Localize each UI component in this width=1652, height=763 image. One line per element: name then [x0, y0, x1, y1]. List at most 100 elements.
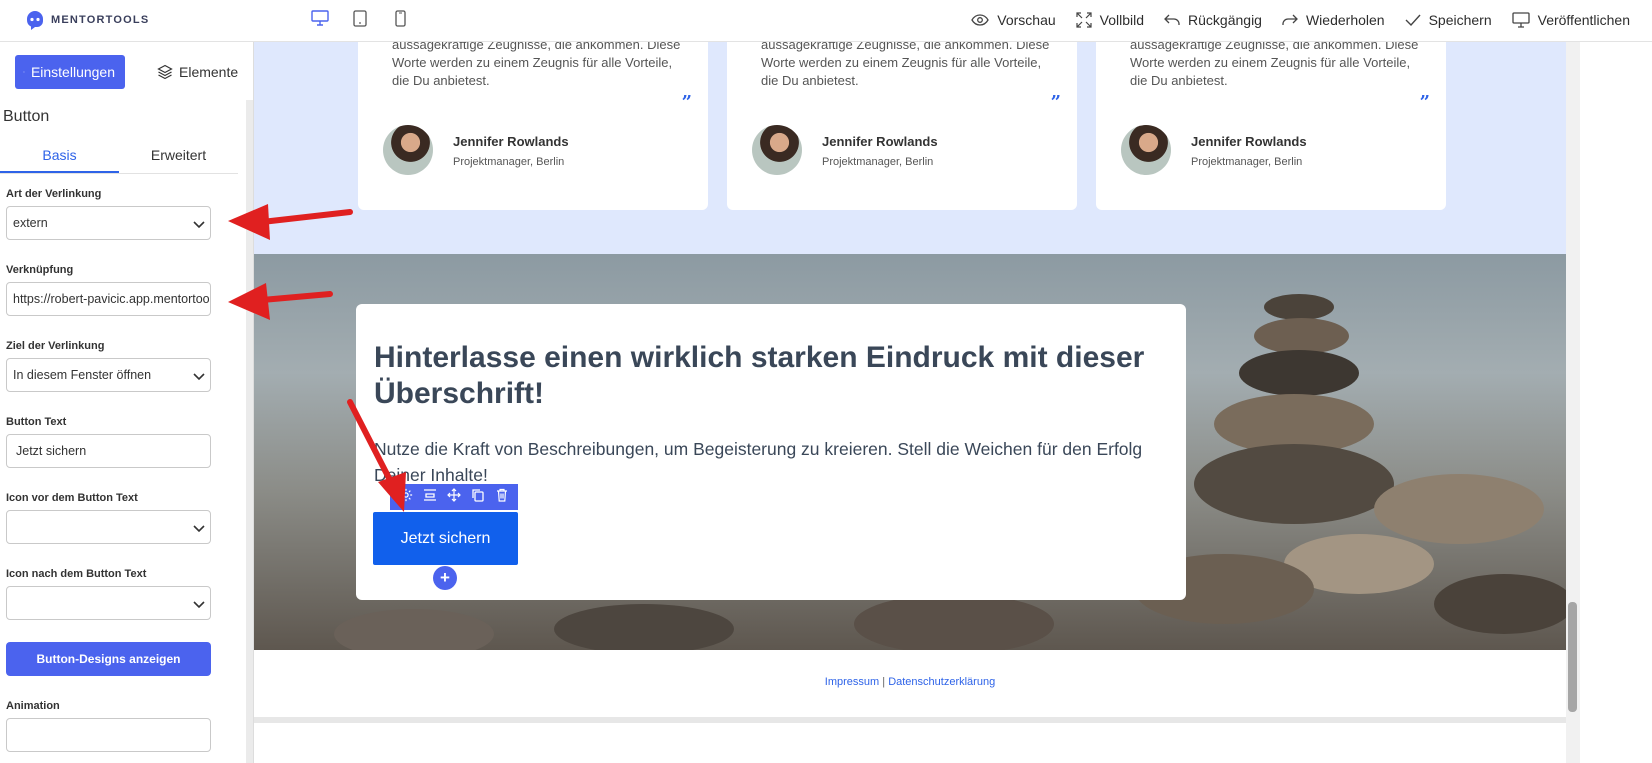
panel-subtabs: Basis Erweitert [0, 136, 238, 174]
element-settings-button[interactable] [399, 488, 413, 507]
icon-after-label: Icon nach dem Button Text [6, 568, 147, 580]
testimonial-card[interactable]: aussagekräftige Zeugnisse, die ankommen.… [1096, 42, 1446, 210]
canvas-scrollbar-thumb[interactable] [1568, 602, 1577, 712]
privacy-link[interactable]: Datenschutzerklärung [888, 676, 995, 688]
save-label: Speichern [1428, 12, 1492, 28]
chevron-down-icon [193, 373, 205, 381]
sidebar-tabs: Einstellungen Elemente [15, 55, 248, 89]
eye-icon [971, 14, 990, 26]
quote-mark-icon: ” [681, 92, 692, 113]
chevron-down-icon [193, 221, 205, 229]
save-button[interactable]: Speichern [1405, 12, 1492, 28]
tablet-view-button[interactable] [351, 9, 369, 27]
background-stone [1254, 318, 1349, 354]
link-type-select[interactable]: extern [6, 206, 211, 240]
gear-icon [399, 488, 413, 501]
subtab-advanced[interactable]: Erweitert [119, 136, 238, 173]
element-layout-button[interactable] [423, 488, 437, 507]
logo[interactable]: MENTORTOOLS [25, 10, 149, 30]
element-toolbar [390, 484, 518, 510]
tab-settings-label: Einstellungen [30, 64, 115, 80]
hero-card[interactable]: Hinterlasse einen wirklich starken Eindr… [356, 304, 1186, 600]
link-target-label: Ziel der Verlinkung [6, 340, 105, 352]
link-target-select[interactable]: In diesem Fenster öffnen [6, 358, 211, 392]
animation-select[interactable] [6, 718, 211, 752]
bottom-scrollbar[interactable] [254, 717, 1566, 723]
link-target-value: In diesem Fenster öffnen [13, 368, 152, 382]
background-stone [1434, 574, 1566, 634]
element-duplicate-button[interactable] [471, 488, 485, 507]
redo-label: Wiederholen [1305, 12, 1385, 28]
publish-button[interactable]: Veröffentlichen [1511, 12, 1630, 28]
element-move-button[interactable] [447, 487, 461, 507]
background-stone [1374, 474, 1544, 544]
imprint-link[interactable]: Impressum [825, 676, 879, 688]
mobile-icon [394, 9, 406, 27]
icon-before-select[interactable] [6, 510, 211, 544]
trash-icon [497, 488, 507, 502]
publish-label: Veröffentlichen [1537, 12, 1630, 28]
quote-mark-icon: ” [1419, 92, 1430, 113]
sidebar-scrollbar[interactable] [246, 100, 253, 763]
redo-icon [1282, 14, 1298, 25]
testimonial-quote: aussagekräftige Zeugnisse, die ankommen.… [761, 42, 1050, 88]
mobile-view-button[interactable] [391, 9, 409, 27]
hero-description[interactable]: Nutze die Kraft von Beschreibungen, um B… [374, 436, 1174, 488]
fullscreen-button[interactable]: Vollbild [1076, 12, 1144, 28]
testimonial-name: Jennifer Rowlands [1191, 134, 1307, 149]
subtab-basic[interactable]: Basis [0, 136, 119, 173]
testimonial-card[interactable]: aussagekräftige Zeugnisse, die ankommen.… [727, 42, 1077, 210]
testimonial-name: Jennifer Rowlands [453, 134, 569, 149]
cta-button[interactable]: Jetzt sichern [373, 512, 518, 565]
show-button-designs-button[interactable]: Button-Designs anzeigen [6, 642, 211, 676]
undo-button[interactable]: Rückgängig [1164, 12, 1262, 28]
testimonial-quote: aussagekräftige Zeugnisse, die ankommen.… [392, 42, 681, 88]
link-label: Verknüpfung [6, 264, 74, 276]
icon-after-select[interactable] [6, 586, 211, 620]
settings-sidebar: Einstellungen Elemente Button Basis Erwe… [0, 42, 254, 763]
redo-button[interactable]: Wiederholen [1282, 12, 1385, 28]
hero-section[interactable]: Hinterlasse einen wirklich starken Eindr… [254, 254, 1566, 650]
footer: Impressum | Datenschutzerklärung [254, 650, 1566, 720]
testimonial-card[interactable]: aussagekräftige Zeugnisse, die ankommen.… [358, 42, 708, 210]
device-switcher [311, 9, 409, 27]
monitor-upload-icon [1511, 12, 1530, 28]
testimonial-quote: aussagekräftige Zeugnisse, die ankommen.… [1130, 42, 1419, 88]
add-element-button[interactable]: + [433, 566, 457, 590]
background-stone [554, 604, 734, 650]
logo-icon [26, 11, 43, 30]
testimonials-section: aussagekräftige Zeugnisse, die ankommen.… [254, 42, 1566, 254]
gear-icon [23, 71, 25, 73]
tab-elements[interactable]: Elemente [149, 55, 248, 89]
button-text-value: Jetzt sichern [16, 444, 87, 458]
link-url-value: https://robert-pavicic.app.mentortools [13, 292, 211, 306]
avatar [752, 125, 802, 175]
background-stone [334, 609, 494, 650]
footer-separator: | [879, 676, 889, 688]
tablet-icon [353, 9, 367, 27]
fullscreen-label: Vollbild [1099, 12, 1145, 28]
hero-heading[interactable]: Hinterlasse einen wirklich starken Eindr… [374, 340, 1184, 412]
undo-label: Rückgängig [1188, 12, 1262, 28]
desktop-view-button[interactable] [311, 9, 329, 27]
quote-mark-icon: ” [1050, 92, 1061, 113]
tab-settings[interactable]: Einstellungen [15, 55, 125, 89]
tab-elements-label: Elemente [179, 64, 239, 80]
animation-label: Animation [6, 700, 60, 712]
desktop-icon [311, 10, 329, 26]
brand-name: MENTORTOOLS [51, 14, 150, 26]
testimonial-role: Projektmanager, Berlin [822, 156, 934, 168]
preview-button[interactable]: Vorschau [971, 12, 1056, 28]
chevron-down-icon [193, 601, 205, 609]
link-type-label: Art der Verlinkung [6, 188, 102, 200]
button-text-input[interactable]: Jetzt sichern [6, 434, 211, 468]
link-url-input[interactable]: https://robert-pavicic.app.mentortools [6, 282, 211, 316]
element-delete-button[interactable] [495, 488, 509, 507]
background-stone [1239, 350, 1359, 396]
expand-icon [1076, 12, 1092, 28]
testimonial-name: Jennifer Rowlands [822, 134, 938, 149]
testimonial-role: Projektmanager, Berlin [1191, 156, 1303, 168]
background-stone [1264, 294, 1334, 320]
button-text-label: Button Text [6, 416, 67, 428]
avatar [1121, 125, 1171, 175]
